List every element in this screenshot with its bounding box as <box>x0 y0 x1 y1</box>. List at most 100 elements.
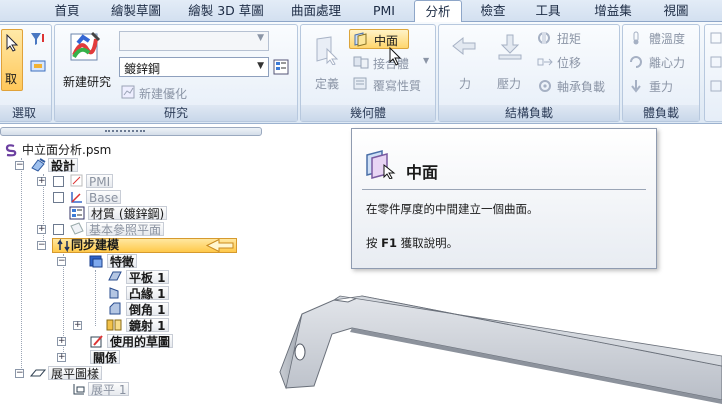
bearing-label: 軸承負載 <box>557 80 606 94</box>
material-table-icon[interactable] <box>273 59 289 75</box>
tree-sketches-label[interactable]: 使用的草圖 <box>107 334 174 349</box>
group-body-load-title: 體負載 <box>623 105 699 121</box>
expand-toggle[interactable]: + <box>57 353 66 362</box>
new-study-icon <box>70 31 101 61</box>
bracket-part[interactable] <box>279 295 722 404</box>
pressure-button[interactable]: 壓力 <box>489 27 531 103</box>
tree-features-label[interactable]: 特徵 <box>107 254 138 269</box>
group-structural-load-title: 結構負載 <box>439 105 619 121</box>
new-optimize-button[interactable]: 新建優化 <box>119 83 239 101</box>
new-research-label: 新建研究 <box>63 75 112 89</box>
centrifugal-button[interactable]: 離心力 <box>625 53 699 71</box>
collapse-toggle[interactable]: − <box>15 369 24 378</box>
tab-tools[interactable]: 工具 <box>524 0 572 22</box>
collapse-toggle[interactable]: − <box>15 161 24 170</box>
base-checkbox[interactable] <box>53 192 64 203</box>
tooltip-help-suffix: 獲取說明。 <box>397 236 459 250</box>
tree-relations-label[interactable]: 關係 <box>90 350 121 365</box>
material-dropdown[interactable]: 鍍鋅鋼 ▼ <box>119 57 269 77</box>
tab-sketch[interactable]: 繪製草圖 <box>100 0 172 22</box>
ribbon: 取 選取 新建研究 ▼ 鍍鋅鋼 ▼ 新建優化 研究 定義 中面 接合體 ▼ 覆寫… <box>0 22 722 124</box>
group-overflow <box>704 24 722 122</box>
bearing-icon <box>539 80 551 92</box>
bearing-load-button[interactable]: 軸承負載 <box>535 77 619 95</box>
panel-resize-handle[interactable] <box>0 127 262 136</box>
force-button[interactable]: 力 <box>443 27 485 103</box>
tree-feature-chamfer-label[interactable]: 倒角 1 <box>126 302 169 317</box>
midsurface-button[interactable]: 中面 <box>349 29 409 49</box>
temperature-icon <box>633 31 639 45</box>
plate-icon <box>108 271 122 281</box>
flange-icon <box>109 287 119 299</box>
tree-flat1-label[interactable]: 展平 1 <box>88 382 130 397</box>
tooltip-description: 在零件厚度的中間建立一個曲面。 <box>366 202 539 216</box>
base-icon <box>71 192 82 203</box>
tab-home[interactable]: 首頁 <box>40 0 94 22</box>
tree-design-label[interactable]: 設計 <box>48 158 79 173</box>
gravity-label: 重力 <box>649 80 674 94</box>
force-label: 力 <box>459 77 472 91</box>
pmi-icon <box>70 174 83 187</box>
pressure-label: 壓力 <box>497 77 522 91</box>
expand-toggle[interactable]: + <box>37 225 46 234</box>
tree-ref-planes-label[interactable]: 基本參照平面 <box>86 222 165 237</box>
torque-label: 扭矩 <box>557 32 582 46</box>
pressure-icon <box>498 34 522 60</box>
ribbon-tab-strip: 首頁 繪製草圖 繪製 3D 草圖 曲面處理 PMI 分析 檢查 工具 增益集 視… <box>0 0 722 23</box>
design-icon <box>31 158 46 172</box>
tab-3d-sketch[interactable]: 繪製 3D 草圖 <box>178 0 274 22</box>
select-button[interactable]: 取 <box>1 29 23 91</box>
define-label: 定義 <box>315 77 340 91</box>
expand-toggle[interactable]: + <box>37 177 46 186</box>
tree-material-label[interactable]: 材質 (鍍鋅鋼) <box>88 206 168 221</box>
tree-feature-flange-label[interactable]: 凸緣 1 <box>126 286 169 301</box>
model-viewport[interactable] <box>262 270 722 418</box>
new-research-button[interactable]: 新建研究 <box>59 27 115 103</box>
group-geometry: 定義 中面 接合體 ▼ 覆寫性質 幾何體 <box>300 24 436 122</box>
define-icon <box>316 36 339 65</box>
torque-button[interactable]: 扭矩 <box>535 29 617 47</box>
tooltip-help: 按 F1 獲取說明。 <box>366 235 458 251</box>
group-select-title: 選取 <box>0 105 51 121</box>
ref-planes-checkbox[interactable] <box>53 224 64 235</box>
study-type-dropdown[interactable]: ▼ <box>119 31 269 51</box>
constraint-icon[interactable] <box>709 55 722 69</box>
tree-feature-mirror-label[interactable]: 鏡射 1 <box>126 318 169 333</box>
body-temperature-button[interactable]: 體溫度 <box>625 29 699 47</box>
displacement-button[interactable]: 位移 <box>535 53 617 71</box>
tooltip-help-key: F1 <box>381 236 398 250</box>
tab-inspect[interactable]: 檢查 <box>470 0 516 22</box>
gravity-button[interactable]: 重力 <box>625 77 699 95</box>
tree-pmi-label[interactable]: PMI <box>86 174 114 189</box>
tree-flat-pattern-label[interactable]: 展平圖樣 <box>48 366 103 381</box>
tree-sync-row[interactable]: 同步建模 <box>52 238 237 253</box>
overwrite-properties-button[interactable]: 覆寫性質 <box>349 75 435 93</box>
flat-pattern-icon <box>30 369 46 377</box>
tree-root-label: 中立面分析.psm <box>22 143 112 157</box>
chevron-down-icon: ▼ <box>257 61 264 71</box>
contact-icon <box>353 56 369 69</box>
filter-icon[interactable] <box>30 31 46 47</box>
tab-pmi[interactable]: PMI <box>360 0 408 22</box>
constraint-icon[interactable] <box>709 31 722 45</box>
tree-base-label[interactable]: Base <box>86 190 122 205</box>
select-box-icon[interactable] <box>30 59 46 73</box>
tab-add-ins[interactable]: 增益集 <box>582 0 644 22</box>
define-button[interactable]: 定義 <box>305 27 347 103</box>
pmi-checkbox[interactable] <box>53 176 64 187</box>
collapse-toggle[interactable]: − <box>57 257 66 266</box>
mirror-icon <box>106 319 122 331</box>
tab-analyze[interactable]: 分析 <box>414 0 462 23</box>
expand-toggle[interactable]: + <box>57 337 66 346</box>
tree-line <box>21 158 22 376</box>
force-icon <box>452 36 476 56</box>
group-geometry-title: 幾何體 <box>301 105 435 121</box>
tree-feature-plate-label[interactable]: 平板 1 <box>126 270 169 285</box>
tab-surfacing[interactable]: 曲面處理 <box>280 0 352 22</box>
constraint-icon[interactable] <box>709 79 722 93</box>
group-research-title: 研究 <box>55 105 297 121</box>
expand-toggle[interactable]: + <box>73 321 82 330</box>
collapse-toggle[interactable]: − <box>37 241 46 250</box>
tab-view[interactable]: 視圖 <box>652 0 700 22</box>
overwrite-icon <box>353 77 367 90</box>
